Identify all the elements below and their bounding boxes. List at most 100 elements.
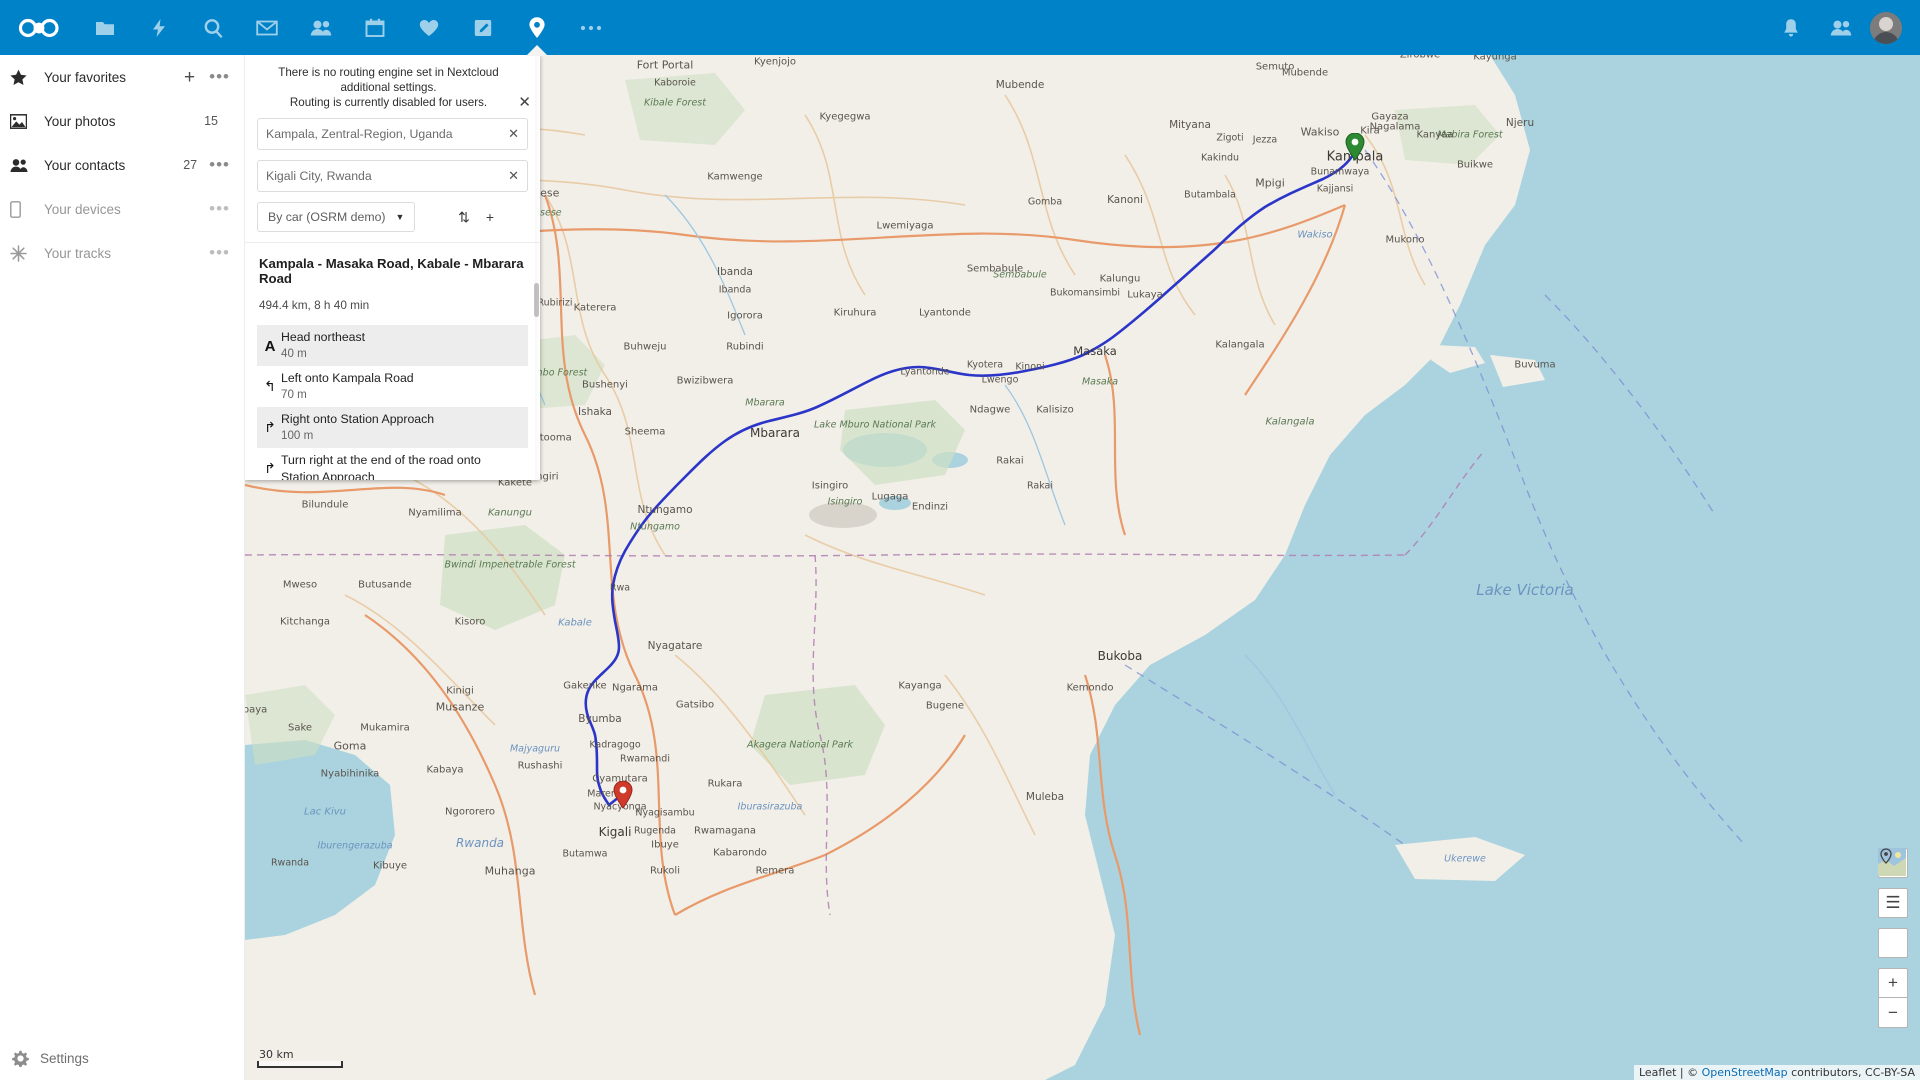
attribution-suffix: contributors, CC-BY-SA bbox=[1788, 1066, 1915, 1079]
header-right-group bbox=[1766, 0, 1910, 55]
sidebar-item-your-photos[interactable]: Your photos15 bbox=[0, 99, 244, 143]
route-step-distance: 40 m bbox=[281, 346, 520, 362]
zoom-in-button[interactable]: + bbox=[1878, 968, 1908, 998]
nav-contacts[interactable] bbox=[294, 0, 348, 55]
sidebar-item-menu-button[interactable]: ••• bbox=[209, 204, 230, 214]
map-scale-bar: 30 km bbox=[257, 1048, 343, 1068]
contacts-icon bbox=[10, 158, 40, 173]
contacts-icon bbox=[1830, 19, 1852, 37]
routing-profile-select[interactable]: By car (OSRM demo) ▼ bbox=[257, 202, 415, 232]
menu-icon: ☰ bbox=[1885, 893, 1900, 913]
route-start-marker[interactable] bbox=[1345, 133, 1365, 161]
route-step-instruction: Right onto Station Approach bbox=[281, 411, 520, 428]
lightning-icon bbox=[150, 18, 168, 38]
turn-right-icon: ↱ bbox=[259, 452, 281, 477]
routing-actions: ⇅ + bbox=[458, 210, 528, 224]
openstreetmap-link[interactable]: OpenStreetMap bbox=[1702, 1066, 1788, 1079]
app-sidebar: Your favorites+•••Your photos15Your cont… bbox=[0, 55, 245, 1080]
locate-button[interactable] bbox=[1878, 928, 1908, 958]
close-icon[interactable]: ✕ bbox=[518, 95, 531, 110]
clear-icon[interactable]: ✕ bbox=[502, 126, 519, 142]
nav-more[interactable] bbox=[564, 0, 618, 55]
minus-icon: − bbox=[1888, 1003, 1898, 1023]
route-step-instruction: Left onto Kampala Road bbox=[281, 370, 520, 387]
folder-icon bbox=[95, 18, 115, 38]
ellipsis-icon bbox=[580, 24, 602, 32]
sidebar-settings-button[interactable]: Settings bbox=[0, 1036, 245, 1080]
route-step-text-group: Turn right at the end of the road onto S… bbox=[281, 452, 520, 480]
sidebar-item-label: Your contacts bbox=[40, 158, 183, 173]
swap-waypoints-button[interactable]: ⇅ bbox=[458, 210, 470, 224]
routing-scrollbar[interactable] bbox=[534, 283, 539, 317]
route-step-distance: 100 m bbox=[281, 428, 520, 444]
add-favorite-button[interactable]: + bbox=[184, 68, 209, 87]
map-pin-icon bbox=[528, 17, 546, 39]
sidebar-item-label: Your tracks bbox=[40, 246, 209, 261]
route-step[interactable]: ↱Turn right at the end of the road onto … bbox=[257, 448, 528, 480]
nav-deck[interactable] bbox=[402, 0, 456, 55]
nextcloud-maps-app: OlchaFort PortalKyenjojoMubendeMubendeSe… bbox=[0, 0, 1920, 1080]
add-waypoint-button[interactable]: + bbox=[486, 210, 494, 224]
routing-notice: There is no routing engine set in Nextcl… bbox=[245, 55, 540, 118]
sidebar-list: Your favorites+•••Your photos15Your cont… bbox=[0, 55, 244, 275]
magnifier-icon bbox=[203, 18, 223, 38]
envelope-icon bbox=[256, 19, 278, 37]
sidebar-item-menu-button[interactable]: ••• bbox=[209, 248, 230, 258]
routing-notice-line1: There is no routing engine set in Nextcl… bbox=[259, 65, 518, 95]
route-summary: 494.4 km, 8 h 40 min bbox=[245, 286, 540, 320]
nextcloud-logo[interactable] bbox=[0, 17, 78, 39]
route-step-instruction: Head northeast bbox=[281, 329, 520, 346]
sidebar-item-your-tracks[interactable]: Your tracks••• bbox=[0, 231, 244, 275]
contacts-icon bbox=[310, 19, 332, 37]
sidebar-item-menu-button[interactable]: ••• bbox=[209, 72, 230, 82]
contacts-menu-button[interactable] bbox=[1816, 0, 1866, 55]
nav-notes[interactable] bbox=[456, 0, 510, 55]
route-end-input[interactable]: Kigali City, Rwanda ✕ bbox=[257, 160, 528, 192]
track-icon bbox=[10, 245, 40, 262]
routing-controls: By car (OSRM demo) ▼ ⇅ + bbox=[245, 202, 540, 232]
sidebar-item-count: 27 bbox=[183, 158, 209, 172]
sidebar-item-your-contacts[interactable]: Your contacts27••• bbox=[0, 143, 244, 187]
route-end-value: Kigali City, Rwanda bbox=[266, 169, 502, 183]
route-start-value: Kampala, Zentral-Region, Uganda bbox=[266, 127, 502, 141]
photo-icon bbox=[10, 114, 40, 129]
sidebar-item-your-favorites[interactable]: Your favorites+••• bbox=[0, 55, 244, 99]
nav-calendar[interactable] bbox=[348, 0, 402, 55]
notifications-button[interactable] bbox=[1766, 0, 1816, 55]
user-avatar[interactable] bbox=[1870, 12, 1902, 44]
bell-icon bbox=[1782, 18, 1800, 38]
avatar-head bbox=[1879, 17, 1893, 31]
route-step[interactable]: ↰Left onto Kampala Road70 m bbox=[257, 366, 528, 407]
nav-maps[interactable] bbox=[510, 0, 564, 55]
heart-icon bbox=[419, 19, 439, 37]
route-end-marker[interactable] bbox=[613, 781, 633, 809]
plus-icon: + bbox=[1888, 973, 1898, 993]
sidebar-settings-label: Settings bbox=[40, 1051, 89, 1066]
nav-files[interactable] bbox=[78, 0, 132, 55]
attribution-prefix: Leaflet | © bbox=[1639, 1066, 1702, 1079]
start-marker-icon: A bbox=[259, 329, 281, 355]
clear-icon[interactable]: ✕ bbox=[502, 168, 519, 184]
route-step-text-group: Head northeast40 m bbox=[281, 329, 520, 362]
route-step-instruction: Turn right at the end of the road onto S… bbox=[281, 452, 520, 480]
routing-notice-line2: Routing is currently disabled for users. bbox=[259, 95, 518, 110]
nav-activity[interactable] bbox=[132, 0, 186, 55]
zoom-out-button[interactable]: − bbox=[1878, 998, 1908, 1028]
route-step[interactable]: ↱Right onto Station Approach100 m bbox=[257, 407, 528, 448]
app-header bbox=[0, 0, 1920, 55]
locate-icon bbox=[1878, 848, 1894, 864]
route-step-text-group: Right onto Station Approach100 m bbox=[281, 411, 520, 444]
menu-button[interactable]: ☰ bbox=[1878, 888, 1908, 918]
turn-right-icon: ↱ bbox=[259, 411, 281, 436]
nav-mail[interactable] bbox=[240, 0, 294, 55]
gear-icon bbox=[12, 1050, 40, 1067]
device-icon bbox=[10, 201, 40, 218]
route-start-input[interactable]: Kampala, Zentral-Region, Uganda ✕ bbox=[257, 118, 528, 150]
star-icon bbox=[10, 69, 40, 86]
route-step[interactable]: AHead northeast40 m bbox=[257, 325, 528, 366]
sidebar-item-your-devices[interactable]: Your devices••• bbox=[0, 187, 244, 231]
routing-panel: There is no routing engine set in Nextcl… bbox=[245, 55, 540, 480]
scale-bar-line bbox=[257, 1061, 343, 1068]
nav-search[interactable] bbox=[186, 0, 240, 55]
sidebar-item-menu-button[interactable]: ••• bbox=[209, 160, 230, 170]
